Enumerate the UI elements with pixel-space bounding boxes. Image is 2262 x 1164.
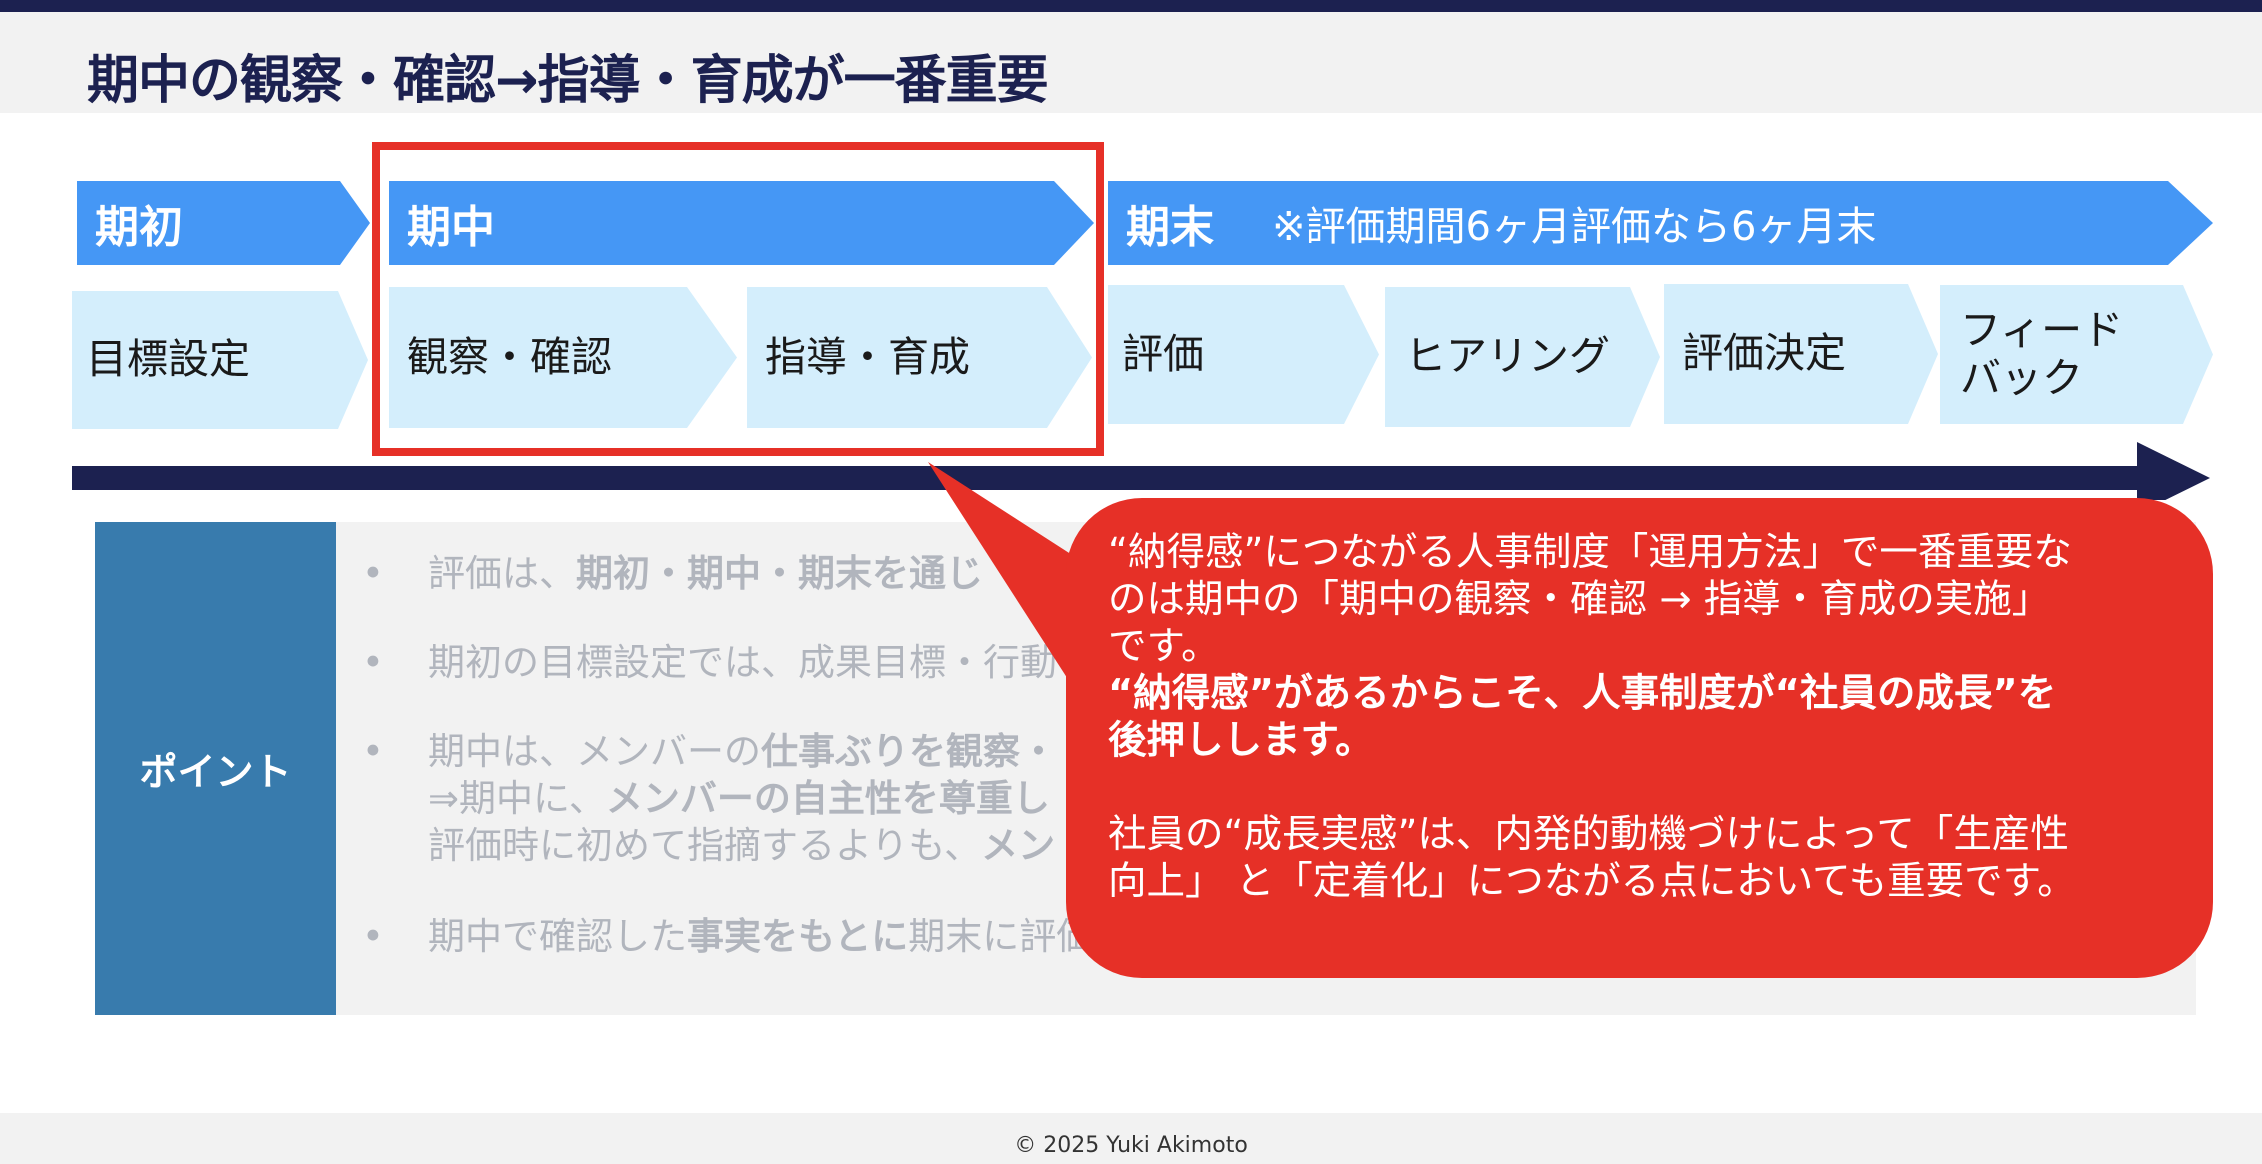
copyright-text: © 2025 Yuki Akimoto xyxy=(1014,1133,1248,1158)
callout-bold-line: 後押しします。 xyxy=(1108,718,1374,763)
callout-line: のは期中の「期中の観察・確認 → 指導・育成の実施」 xyxy=(1108,577,2051,622)
callout-line: 社員の“成長実感”は、内発的動機づけによって「生産性 xyxy=(1108,812,2069,857)
callout-line: です。 xyxy=(1108,624,1220,669)
callout-bubble: “納得感”につながる人事制度「運用方法」で一番重要な のは期中の「期中の観察・確… xyxy=(1066,498,2213,978)
callout-line: “納得感”につながる人事制度「運用方法」で一番重要な xyxy=(1108,530,2072,575)
callout-bold-line: “納得感”があるからこそ、人事制度が“社員の成長”を xyxy=(1108,671,2057,716)
callout-line: 向上」 と「定着化」につながる点においても重要です。 xyxy=(1108,859,2076,904)
